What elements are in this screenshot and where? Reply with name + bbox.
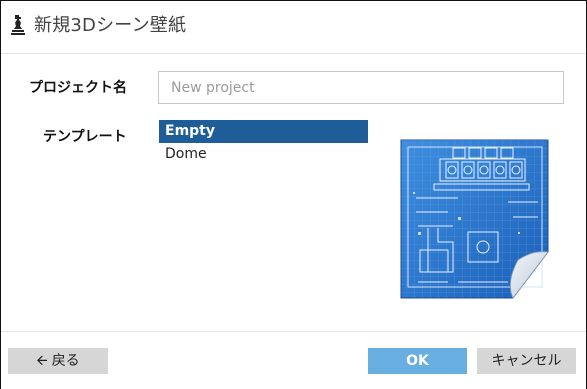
new-3d-scene-dialog: 新規3Dシーン壁紙 プロジェクト名 テンプレート Empty Dome bbox=[0, 0, 587, 389]
game-piece-icon bbox=[11, 15, 25, 35]
template-item-empty[interactable]: Empty bbox=[159, 120, 368, 143]
dialog-titlebar: 新規3Dシーン壁紙 bbox=[1, 1, 586, 54]
project-name-label: プロジェクト名 bbox=[29, 80, 127, 96]
dialog-footer: 🡨 戻る OK キャンセル bbox=[1, 331, 586, 389]
blueprint-icon bbox=[400, 139, 549, 299]
template-item-dome[interactable]: Dome bbox=[159, 143, 368, 166]
ok-button[interactable]: OK bbox=[368, 348, 467, 374]
arrow-left-icon: 🡨 bbox=[36, 353, 48, 369]
project-name-input[interactable] bbox=[158, 71, 564, 104]
back-button-label: 戻る bbox=[51, 353, 80, 369]
dialog-title: 新規3Dシーン壁紙 bbox=[34, 15, 187, 36]
template-label: テンプレート bbox=[43, 129, 127, 145]
template-list: Empty Dome bbox=[159, 120, 368, 166]
back-button[interactable]: 🡨 戻る bbox=[8, 348, 108, 374]
cancel-button[interactable]: キャンセル bbox=[477, 348, 576, 374]
